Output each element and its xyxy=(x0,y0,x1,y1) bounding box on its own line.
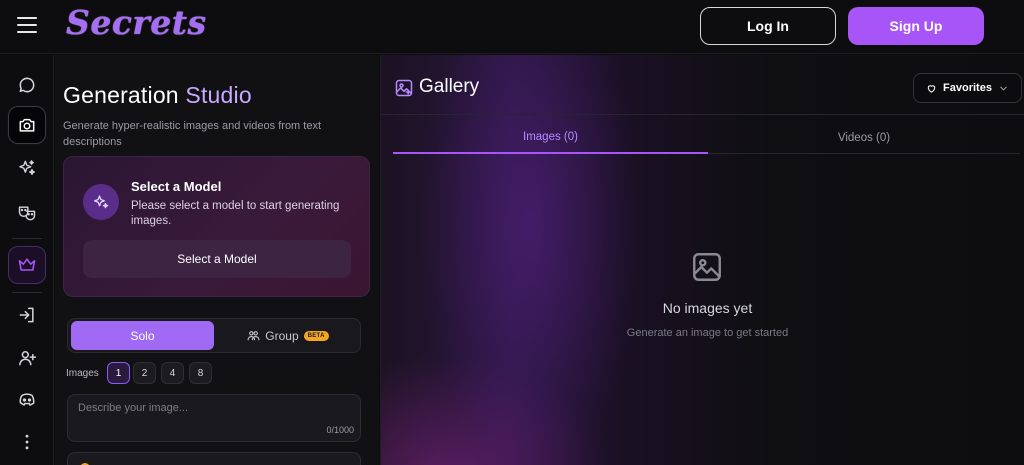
heart-icon xyxy=(927,84,936,93)
rail-item-roleplay[interactable] xyxy=(8,194,46,232)
chat-bubble-icon xyxy=(19,77,35,93)
group-users-icon xyxy=(247,331,260,341)
gallery-panel: Gallery Favorites Images (0) Videos (0) … xyxy=(380,55,1024,465)
model-icon-badge xyxy=(83,184,119,220)
crown-icon xyxy=(18,258,36,271)
sign-in-icon xyxy=(19,307,34,323)
rail-item-premium[interactable] xyxy=(8,246,46,284)
hamburger-menu-icon[interactable] xyxy=(17,17,37,33)
rail-item-sparkles[interactable] xyxy=(8,149,46,187)
title-accent: Studio xyxy=(185,82,252,108)
top-header: Secrets Log In Sign Up xyxy=(0,0,1024,54)
more-vertical-icon xyxy=(25,434,29,450)
rail-item-discord[interactable] xyxy=(8,381,46,419)
rail-divider xyxy=(12,292,42,293)
rail-item-chat[interactable] xyxy=(8,66,46,104)
prompt-char-counter: 0/1000 xyxy=(326,425,354,435)
select-model-card: Select a Model Please select a model to … xyxy=(63,156,370,297)
page-subtitle: Generate hyper-realistic images and vide… xyxy=(63,120,322,148)
mode-solo-button[interactable]: Solo xyxy=(71,321,214,350)
page-title: Generation Studio xyxy=(63,82,252,109)
login-button[interactable]: Log In xyxy=(700,7,836,45)
favorites-label: Favorites xyxy=(943,82,992,94)
beta-badge: BETA xyxy=(303,330,329,341)
collapsed-section-card[interactable] xyxy=(67,452,361,465)
masks-icon xyxy=(18,206,36,221)
signup-button[interactable]: Sign Up xyxy=(848,7,984,45)
gallery-title: Gallery xyxy=(419,76,480,97)
sparkles-icon xyxy=(19,160,36,176)
camera-icon xyxy=(19,118,35,132)
prompt-box: 0/1000 xyxy=(67,394,361,442)
image-count-1[interactable]: 1 xyxy=(107,362,130,384)
icon-rail xyxy=(0,55,54,465)
rail-item-register[interactable] xyxy=(8,339,46,377)
image-count-2[interactable]: 2 xyxy=(133,362,156,384)
mode-toggle: Solo Group BETA xyxy=(67,318,361,353)
gallery-image-icon xyxy=(395,79,413,97)
mode-group-button[interactable]: Group BETA xyxy=(218,321,358,350)
tab-videos[interactable]: Videos (0) xyxy=(708,122,1020,154)
empty-state-subtitle: Generate an image to get started xyxy=(626,327,789,339)
model-card-title: Select a Model xyxy=(131,179,222,194)
brand-logo[interactable]: Secrets xyxy=(66,3,207,42)
tab-images[interactable]: Images (0) xyxy=(393,122,708,154)
image-count-4[interactable]: 4 xyxy=(161,362,184,384)
prompt-input[interactable] xyxy=(68,395,360,441)
sparkles-icon xyxy=(93,195,109,209)
rail-item-login[interactable] xyxy=(8,296,46,334)
mode-group-label: Group xyxy=(265,328,299,343)
gallery-header: Gallery Favorites xyxy=(381,55,1024,115)
images-count-label: Images xyxy=(66,368,99,379)
empty-image-icon xyxy=(693,253,721,281)
rail-item-more[interactable] xyxy=(8,423,46,461)
generation-studio-panel: Generation Studio Generate hyper-realist… xyxy=(55,55,379,465)
model-card-description: Please select a model to start generatin… xyxy=(131,200,340,227)
discord-icon xyxy=(19,393,35,406)
favorites-dropdown[interactable]: Favorites xyxy=(913,73,1022,103)
empty-state-title: No images yet xyxy=(662,300,753,316)
select-model-button[interactable]: Select a Model xyxy=(83,240,351,278)
user-plus-icon xyxy=(19,351,37,366)
rail-divider xyxy=(12,238,42,239)
rail-item-generation-studio[interactable] xyxy=(8,106,46,144)
chevron-down-icon xyxy=(1000,86,1007,91)
image-count-8[interactable]: 8 xyxy=(189,362,212,384)
title-main: Generation xyxy=(63,82,179,108)
